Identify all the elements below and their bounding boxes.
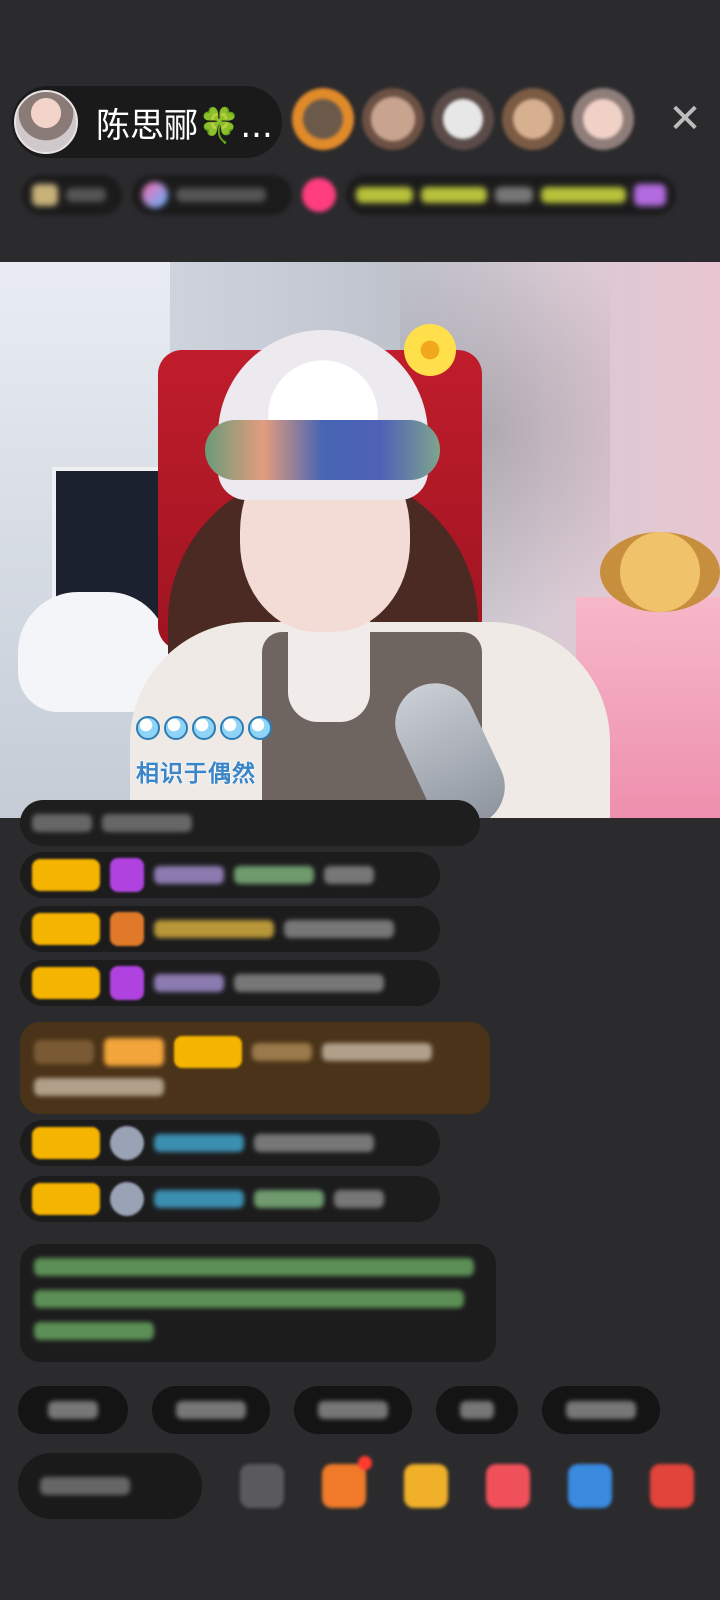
viewer-avatar[interactable]	[572, 88, 634, 150]
notice-text	[34, 1258, 474, 1276]
message-text	[324, 866, 374, 884]
chat-message[interactable]	[20, 852, 440, 898]
viewer-avatar[interactable]	[502, 88, 564, 150]
gift-icon[interactable]	[650, 1464, 694, 1508]
chip-text	[318, 1401, 388, 1419]
chat-message[interactable]	[20, 906, 440, 952]
banner-text	[494, 187, 533, 203]
user-name	[252, 1043, 312, 1061]
banner-text	[356, 187, 413, 203]
user-avatar-icon	[110, 1182, 144, 1216]
red-packet-icon[interactable]	[486, 1464, 530, 1508]
user-name	[154, 974, 224, 992]
viewer-avatar[interactable]	[292, 88, 354, 150]
banner-text	[540, 187, 626, 203]
host-info-pill[interactable]: 陈思郦🍀...	[12, 86, 282, 158]
user-name	[154, 1134, 244, 1152]
input-placeholder	[40, 1477, 130, 1495]
quick-reply-row	[18, 1386, 660, 1434]
chip-icon	[32, 184, 58, 206]
message-text	[102, 814, 192, 832]
chip-text	[176, 188, 266, 202]
quick-reply-chip[interactable]	[436, 1386, 518, 1434]
ranking-chip[interactable]	[22, 175, 122, 215]
fan-badge	[32, 859, 100, 891]
chip-text	[66, 188, 106, 202]
progress-dot	[164, 716, 188, 740]
user-name	[154, 866, 224, 884]
vip-chat-message[interactable]	[20, 1022, 490, 1114]
chat-message[interactable]	[20, 1120, 440, 1166]
host-avatar[interactable]	[14, 90, 78, 154]
fan-badge	[32, 967, 100, 999]
message-text	[254, 1190, 324, 1208]
viewer-avatar[interactable]	[432, 88, 494, 150]
progress-dot	[220, 716, 244, 740]
chip-icon	[142, 182, 168, 208]
fan-badge	[174, 1036, 242, 1068]
notice-text	[34, 1290, 464, 1308]
badge-icon	[110, 912, 144, 946]
notice-text	[34, 1322, 154, 1340]
treasure-icon[interactable]	[404, 1464, 448, 1508]
fans-chip[interactable]	[132, 175, 292, 215]
system-notice	[20, 1244, 496, 1362]
heart-icon[interactable]	[302, 178, 336, 212]
chat-message[interactable]	[20, 960, 440, 1006]
fan-badge	[32, 1183, 100, 1215]
banner-icon	[633, 184, 667, 206]
message-text	[322, 1043, 432, 1061]
vip-tag	[34, 1040, 94, 1064]
close-icon[interactable]: ✕	[666, 99, 704, 139]
quick-reply-chip[interactable]	[294, 1386, 412, 1434]
progress-dot	[136, 716, 160, 740]
gem-icon	[110, 966, 144, 1000]
quick-reply-chip[interactable]	[152, 1386, 270, 1434]
stats-row	[22, 172, 698, 218]
message-text	[334, 1190, 384, 1208]
live-stream-screen: 陈思郦🍀... ✕ 相识于偶然	[0, 0, 720, 1600]
emoji-icon[interactable]	[240, 1464, 284, 1508]
chip-text	[48, 1401, 98, 1419]
fan-badge	[32, 913, 100, 945]
fan-badge	[32, 1127, 100, 1159]
gift-box-icon[interactable]	[322, 1456, 372, 1508]
banner-text	[420, 187, 487, 203]
chat-message[interactable]	[20, 1176, 440, 1222]
bottom-toolbar	[18, 1452, 718, 1520]
quick-reply-chip[interactable]	[542, 1386, 660, 1434]
message-text	[32, 814, 92, 832]
chip-text	[566, 1401, 636, 1419]
flower-sticker-icon	[404, 324, 456, 376]
comment-input[interactable]	[18, 1453, 202, 1519]
game-icon[interactable]	[568, 1464, 612, 1508]
chip-text	[460, 1401, 494, 1419]
progress-dot	[248, 716, 272, 740]
lyric-progress-dots	[136, 716, 272, 740]
gem-icon	[110, 858, 144, 892]
vip-icon	[104, 1038, 164, 1066]
host-name: 陈思郦🍀...	[96, 105, 273, 146]
message-text	[284, 920, 394, 938]
hat-flower-band	[205, 420, 440, 480]
message-text	[234, 974, 384, 992]
user-name	[154, 1190, 244, 1208]
user-name	[154, 920, 274, 938]
quick-reply-chip[interactable]	[18, 1386, 128, 1434]
live-video[interactable]: 相识于偶然	[0, 262, 720, 818]
chip-text	[176, 1401, 246, 1419]
message-text	[234, 866, 314, 884]
message-text	[34, 1078, 164, 1096]
user-avatar-icon	[110, 1126, 144, 1160]
viewer-avatar[interactable]	[362, 88, 424, 150]
progress-dot	[192, 716, 216, 740]
fruit-bowl	[600, 532, 720, 612]
task-banner[interactable]	[346, 175, 676, 215]
notification-dot	[358, 1456, 372, 1470]
top-viewers-list	[292, 88, 634, 150]
chat-message[interactable]	[20, 800, 480, 846]
lyric-text: 相识于偶然	[136, 761, 256, 787]
message-text	[254, 1134, 374, 1152]
